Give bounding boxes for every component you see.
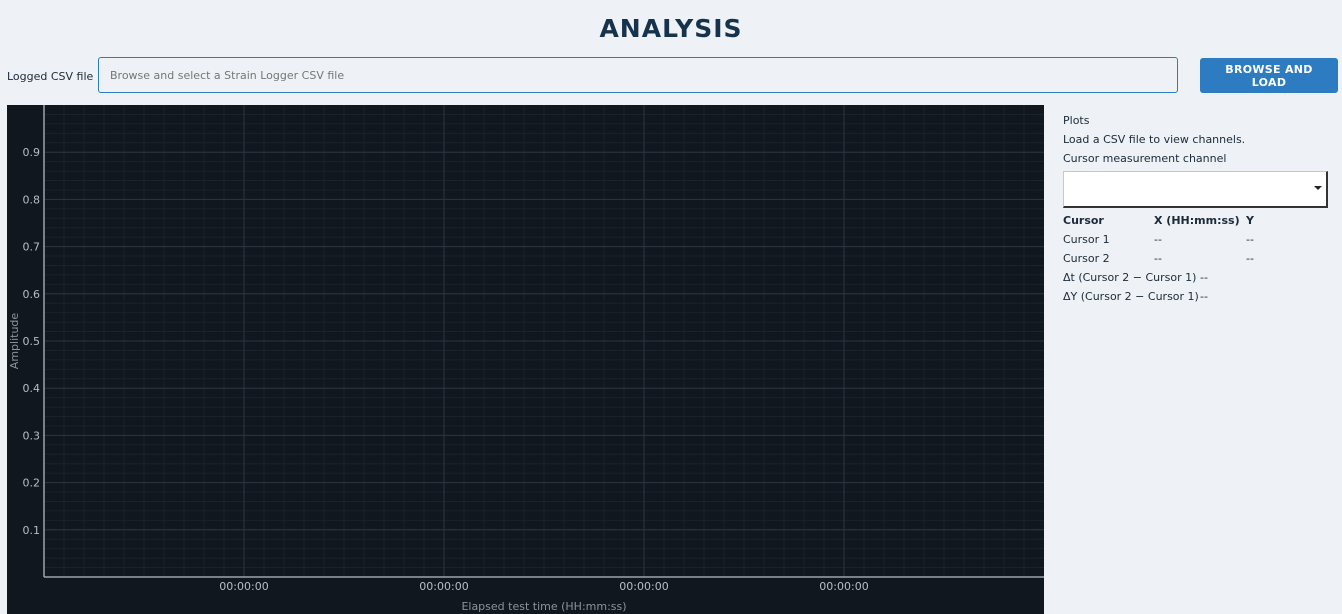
delta-y-value: -- [1200, 290, 1208, 303]
cursor-x-value: -- [1154, 252, 1162, 265]
x-tick-label: 00:00:00 [419, 580, 468, 593]
y-axis-label: Amplitude [8, 313, 21, 370]
plot-area[interactable]: 0.1 0.2 0.3 0.4 0.5 0.6 0.7 0.8 0.9 00:00:00 00:00… [7, 105, 1044, 614]
cursor-name: Cursor 1 [1063, 233, 1110, 246]
y-tick-label: 0.7 [23, 241, 41, 254]
y-tick-label: 0.6 [23, 288, 41, 301]
y-tick-label: 0.3 [23, 429, 41, 442]
plots-message: Load a CSV file to view channels. [1063, 133, 1246, 146]
cursor-table: Cursor X (HH:mm:ss) Y Cursor 1 -- -- Cur… [1063, 214, 1333, 309]
x-axis-label: Elapsed test time (HH:mm:ss) [461, 600, 626, 613]
cursor-x-value: -- [1154, 233, 1162, 246]
table-row: Cursor 1 -- -- [1063, 233, 1333, 252]
cursor-name: Cursor 2 [1063, 252, 1110, 265]
x-tick-label: 00:00:00 [219, 580, 268, 593]
y-tick-label: 0.4 [23, 382, 41, 395]
cursor-channel-label: Cursor measurement channel [1063, 152, 1227, 165]
delta-t-value: -- [1200, 271, 1208, 284]
y-tick-label: 0.5 [23, 335, 41, 348]
plots-heading: Plots [1063, 114, 1090, 127]
x-tick-label: 00:00:00 [619, 580, 668, 593]
column-header-y: Y [1246, 214, 1254, 227]
browse-and-load-button[interactable]: BROWSE AND LOAD [1200, 58, 1338, 93]
column-header-cursor: Cursor [1063, 214, 1104, 227]
cursor-table-header: Cursor X (HH:mm:ss) Y [1063, 214, 1333, 233]
delta-y-row: ΔY (Cursor 2 − Cursor 1) -- [1063, 290, 1333, 309]
delta-t-label: Δt (Cursor 2 − Cursor 1) [1063, 271, 1197, 284]
y-tick-label: 0.9 [23, 146, 41, 159]
amplitude-chart[interactable]: 0.1 0.2 0.3 0.4 0.5 0.6 0.7 0.8 0.9 00:00:00 00:00… [7, 105, 1044, 614]
x-tick-label: 00:00:00 [819, 580, 868, 593]
csv-file-label: Logged CSV file [7, 70, 94, 83]
column-header-x: X (HH:mm:ss) [1154, 214, 1240, 227]
cursor-channel-select[interactable] [1063, 171, 1328, 208]
csv-file-input[interactable] [98, 57, 1178, 93]
y-tick-label: 0.2 [23, 477, 41, 490]
delta-y-label: ΔY (Cursor 2 − Cursor 1) [1063, 290, 1199, 303]
y-tick-label: 0.1 [23, 524, 41, 537]
y-tick-label: 0.8 [23, 193, 41, 206]
delta-t-row: Δt (Cursor 2 − Cursor 1) -- [1063, 271, 1333, 290]
cursor-y-value: -- [1246, 233, 1254, 246]
table-row: Cursor 2 -- -- [1063, 252, 1333, 271]
page-title: ANALYSIS [599, 14, 743, 43]
cursor-y-value: -- [1246, 252, 1254, 265]
chevron-down-icon [1314, 186, 1322, 190]
